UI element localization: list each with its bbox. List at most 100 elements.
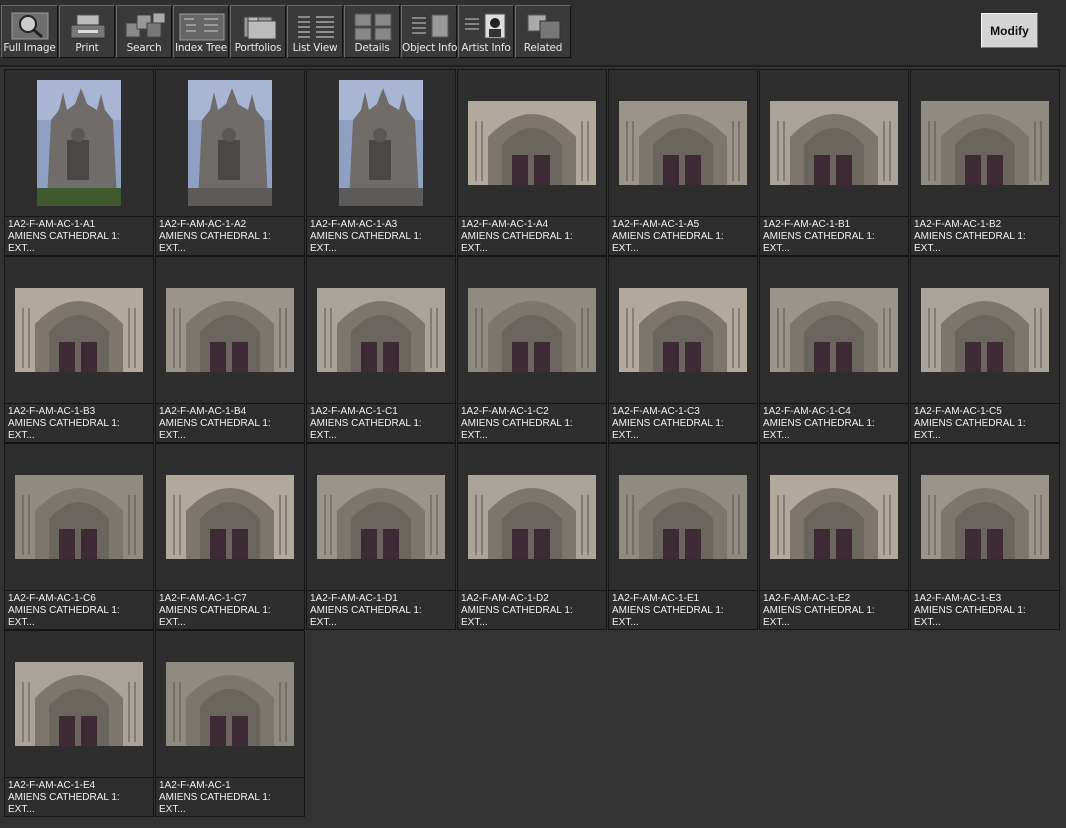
toolbar-button-search[interactable]: Search [116,5,172,58]
thumbnail-image[interactable] [156,70,304,215]
thumbnail-image[interactable] [458,257,606,402]
thumbnail-image[interactable] [911,444,1059,589]
toolbar-button-details[interactable]: Details [344,5,400,58]
thumbnail-cell[interactable]: 1A2-F-AM-AC-1-B4 AMIENS CATHEDRAL 1: EXT..… [155,256,305,443]
caption-title: AMIENS CATHEDRAL 1: [914,605,1026,617]
caption-title: AMIENS CATHEDRAL 1: [8,418,120,430]
thumbnail-cell[interactable]: 1A2-F-AM-AC-1-B2 AMIENS CATHEDRAL 1: EXT..… [910,69,1060,256]
caption-title: AMIENS CATHEDRAL 1: [310,418,422,430]
thumbnail-image[interactable] [760,70,908,215]
thumbnail-cell[interactable]: 1A2-F-AM-AC-1-C2 AMIENS CATHEDRAL 1: EXT..… [457,256,607,443]
thumbnail-image[interactable] [760,444,908,589]
thumbnail-cell[interactable]: 1A2-F-AM-AC-1-B1 AMIENS CATHEDRAL 1: EXT..… [759,69,909,256]
thumbnail-cell[interactable]: 1A2-F-AM-AC-1-C3 AMIENS CATHEDRAL 1: EXT..… [608,256,758,443]
thumbnail-cell[interactable]: 1A2-F-AM-AC-1-E4 AMIENS CATHEDRAL 1: EXT..… [4,630,154,817]
toolbar-button-portfolios[interactable]: Portfolios [230,5,286,58]
thumbnail-image[interactable] [5,444,153,589]
thumbnail-cell[interactable]: 1A2-F-AM-AC-1-D1 AMIENS CATHEDRAL 1: EXT..… [306,443,456,630]
toolbar-button-full-image[interactable]: Full Image [1,5,58,58]
thumbnail-image[interactable] [609,70,757,215]
toolbar-button-artist-info[interactable]: Artist Info [458,5,514,58]
thumbnail-caption: 1A2-F-AM-AC-1-A4 AMIENS CATHEDRAL 1: EXT..… [458,216,606,255]
toolbar-button-index-tree[interactable]: Index Tree [173,5,229,58]
caption-desc: EXT... [763,430,790,442]
thumbnail-image[interactable] [307,444,455,589]
thumbnail-caption: 1A2-F-AM-AC-1-A1 AMIENS CATHEDRAL 1: EXT..… [5,216,153,255]
thumbnail-image[interactable] [458,444,606,589]
caption-title: AMIENS CATHEDRAL 1: [914,231,1026,243]
toolbar-button-list-view[interactable]: List View [287,5,343,58]
toolbar-button-object-info[interactable]: Object Info [401,5,457,58]
caption-id: 1A2-F-AM-AC-1-C2 [461,406,549,417]
toolbar-button-related[interactable]: Related [515,5,571,58]
toolbar-button-label: Details [354,42,390,54]
thumbnail-caption: 1A2-F-AM-AC-1-C6 AMIENS CATHEDRAL 1: EXT..… [5,590,153,629]
caption-title: AMIENS CATHEDRAL 1: [763,231,875,243]
thumbnail-caption: 1A2-F-AM-AC-1-C3 AMIENS CATHEDRAL 1: EXT..… [609,403,757,442]
caption-id: 1A2-F-AM-AC-1-A3 [310,219,398,230]
thumbnail-image[interactable] [911,70,1059,215]
caption-title: AMIENS CATHEDRAL 1: [461,231,573,243]
list-view-icon [288,9,342,43]
caption-id: 1A2-F-AM-AC-1-B4 [159,406,247,417]
artist-portrait-icon [459,9,513,43]
toolbar-divider [0,65,1066,67]
thumbnail-image[interactable] [458,70,606,215]
thumbnail-image[interactable] [609,444,757,589]
caption-id: 1A2-F-AM-AC-1 [159,780,231,791]
thumbnail-caption: 1A2-F-AM-AC-1-A2 AMIENS CATHEDRAL 1: EXT..… [156,216,304,255]
thumbnail-cell[interactable]: 1A2-F-AM-AC-1-A2 AMIENS CATHEDRAL 1: EXT..… [155,69,305,256]
thumbnail-image[interactable] [156,444,304,589]
thumbnail-caption: 1A2-F-AM-AC-1-C1 AMIENS CATHEDRAL 1: EXT..… [307,403,455,442]
thumbnail-cell[interactable]: 1A2-F-AM-AC-1-C6 AMIENS CATHEDRAL 1: EXT..… [4,443,154,630]
caption-title: AMIENS CATHEDRAL 1: [612,231,724,243]
thumbnail-cell[interactable]: 1A2-F-AM-AC-1-E2 AMIENS CATHEDRAL 1: EXT..… [759,443,909,630]
toolbar-button-label: Index Tree [174,42,228,54]
thumbnail-cell[interactable]: 1A2-F-AM-AC-1-B3 AMIENS CATHEDRAL 1: EXT..… [4,256,154,443]
modify-button[interactable]: Modify [981,13,1038,48]
magnifier-icon [2,9,57,43]
thumbnail-image[interactable] [5,70,153,215]
thumbnail-image[interactable] [609,257,757,402]
thumbnail-image[interactable] [307,257,455,402]
caption-id: 1A2-F-AM-AC-1-C5 [914,406,1002,417]
thumbnail-cell[interactable]: 1A2-F-AM-AC-1-C4 AMIENS CATHEDRAL 1: EXT..… [759,256,909,443]
caption-desc: EXT... [159,430,186,442]
thumbnail-cell[interactable]: 1A2-F-AM-AC-1 AMIENS CATHEDRAL 1: EXT... [155,630,305,817]
thumbnail-cell[interactable]: 1A2-F-AM-AC-1-A1 AMIENS CATHEDRAL 1: EXT..… [4,69,154,256]
caption-id: 1A2-F-AM-AC-1-B2 [914,219,1002,230]
thumbnail-caption: 1A2-F-AM-AC-1-E3 AMIENS CATHEDRAL 1: EXT..… [911,590,1059,629]
thumbnail-image[interactable] [760,257,908,402]
thumbnail-image[interactable] [911,257,1059,402]
caption-desc: EXT... [914,243,941,255]
caption-id: 1A2-F-AM-AC-1-E4 [8,780,96,791]
thumbnail-image[interactable] [5,257,153,402]
toolbar-button-print[interactable]: Print [59,5,115,58]
thumbnail-image[interactable] [156,257,304,402]
caption-title: AMIENS CATHEDRAL 1: [310,231,422,243]
caption-desc: EXT... [612,617,639,629]
thumbnail-cell[interactable]: 1A2-F-AM-AC-1-C1 AMIENS CATHEDRAL 1: EXT..… [306,256,456,443]
caption-title: AMIENS CATHEDRAL 1: [612,418,724,430]
caption-id: 1A2-F-AM-AC-1-C3 [612,406,700,417]
caption-id: 1A2-F-AM-AC-1-C6 [8,593,96,604]
thumbnail-cell[interactable]: 1A2-F-AM-AC-1-A4 AMIENS CATHEDRAL 1: EXT..… [457,69,607,256]
thumbnail-cell[interactable]: 1A2-F-AM-AC-1-E3 AMIENS CATHEDRAL 1: EXT..… [910,443,1060,630]
thumbnail-caption: 1A2-F-AM-AC-1-D2 AMIENS CATHEDRAL 1: EXT..… [458,590,606,629]
thumbnail-caption: 1A2-F-AM-AC-1-A3 AMIENS CATHEDRAL 1: EXT..… [307,216,455,255]
thumbnail-caption: 1A2-F-AM-AC-1-C7 AMIENS CATHEDRAL 1: EXT..… [156,590,304,629]
toolbar-button-label: Full Image [3,42,56,54]
thumbnail-cell[interactable]: 1A2-F-AM-AC-1-A3 AMIENS CATHEDRAL 1: EXT..… [306,69,456,256]
caption-title: AMIENS CATHEDRAL 1: [310,605,422,617]
thumbnail-cell[interactable]: 1A2-F-AM-AC-1-C5 AMIENS CATHEDRAL 1: EXT..… [910,256,1060,443]
thumbnail-cell[interactable]: 1A2-F-AM-AC-1-C7 AMIENS CATHEDRAL 1: EXT..… [155,443,305,630]
caption-id: 1A2-F-AM-AC-1-A2 [159,219,247,230]
printer-icon [60,9,114,43]
thumbnail-image[interactable] [307,70,455,215]
thumbnail-cell[interactable]: 1A2-F-AM-AC-1-E1 AMIENS CATHEDRAL 1: EXT..… [608,443,758,630]
thumbnail-cell[interactable]: 1A2-F-AM-AC-1-D2 AMIENS CATHEDRAL 1: EXT..… [457,443,607,630]
thumbnail-cell[interactable]: 1A2-F-AM-AC-1-A5 AMIENS CATHEDRAL 1: EXT..… [608,69,758,256]
thumbnail-image[interactable] [156,631,304,776]
thumbnail-image[interactable] [5,631,153,776]
toolbar-button-label: Artist Info [461,42,511,54]
